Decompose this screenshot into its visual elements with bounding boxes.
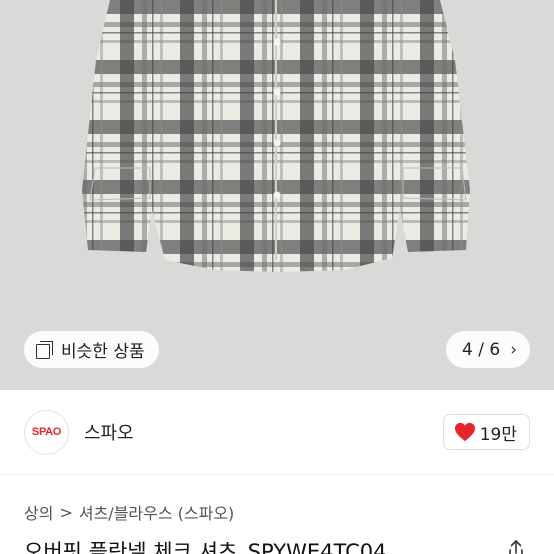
similar-products-label: 비슷한 상품 (61, 342, 145, 362)
pager-current: 4 (461, 339, 473, 360)
breadcrumb: 상의 > 셔츠/블라우스 (스파오) (24, 500, 234, 524)
like-count: 19만 (479, 424, 517, 445)
breadcrumb-separator: > (59, 502, 73, 522)
copy-icon (36, 340, 54, 359)
share-icon[interactable] (508, 540, 524, 554)
pager-total: 6 (489, 339, 501, 360)
shop-name[interactable]: 스파오 (84, 419, 134, 445)
shop-logo[interactable]: SPAO (24, 409, 69, 455)
image-pager[interactable]: 4 / 6 › (445, 331, 530, 368)
similar-products-button[interactable]: 비슷한 상품 (24, 331, 159, 368)
product-image[interactable]: 비슷한 상품 4 / 6 › (0, 0, 554, 390)
like-button[interactable]: 19만 (442, 414, 530, 450)
pager-separator: / (478, 339, 484, 360)
pager-text: 4 / 6 (462, 340, 500, 360)
divider (0, 474, 554, 475)
shop-row: SPAO 스파오 19만 (0, 390, 554, 474)
breadcrumb-item-category[interactable]: 상의 (24, 500, 53, 524)
product-title: 오버핏 플란넬 체크 셔츠_SPYWE4TC04 (24, 540, 387, 554)
chevron-right-icon[interactable]: › (510, 340, 517, 360)
shop-logo-text: SPAO (31, 426, 62, 438)
heart-icon (454, 422, 475, 442)
breadcrumb-item-subcategory[interactable]: 셔츠/블라우스 (스파오) (79, 500, 234, 524)
